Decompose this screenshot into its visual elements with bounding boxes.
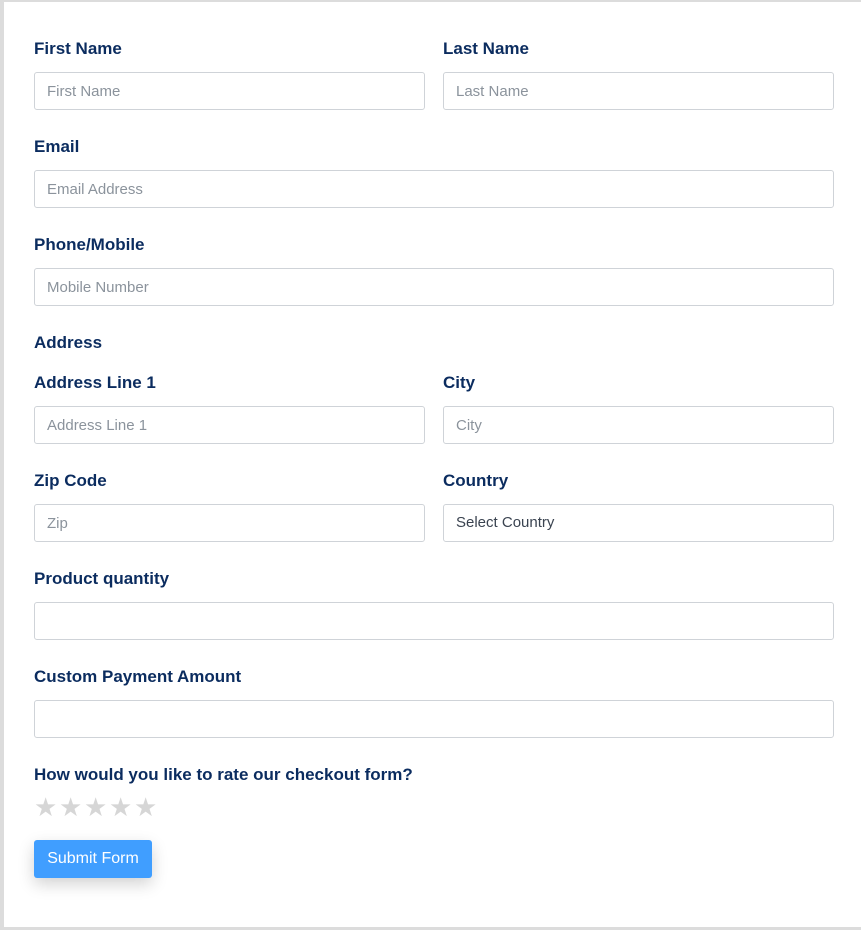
first-name-input[interactable]: [34, 72, 425, 110]
last-name-input[interactable]: [443, 72, 834, 110]
star-icon[interactable]: ★: [59, 794, 82, 820]
rating-label: How would you like to rate our checkout …: [34, 765, 413, 784]
address-line1-label: Address Line 1: [34, 373, 156, 392]
checkout-form: First Name Last Name Email Phone/Mobile …: [4, 2, 861, 927]
address-line1-input[interactable]: [34, 406, 425, 444]
zip-input[interactable]: [34, 504, 425, 542]
first-name-label: First Name: [34, 39, 122, 58]
star-icon[interactable]: ★: [84, 794, 107, 820]
email-input[interactable]: [34, 170, 834, 208]
email-label: Email: [34, 137, 80, 156]
product-quantity-label: Product quantity: [34, 569, 170, 588]
country-select[interactable]: Select Country: [443, 504, 834, 542]
country-label: Country: [443, 471, 509, 490]
phone-label: Phone/Mobile: [34, 235, 145, 254]
star-icon[interactable]: ★: [34, 794, 57, 820]
address-section-label: Address: [34, 333, 103, 352]
zip-label: Zip Code: [34, 471, 107, 490]
last-name-label: Last Name: [443, 39, 529, 58]
city-label: City: [443, 373, 476, 392]
custom-payment-label: Custom Payment Amount: [34, 667, 242, 686]
phone-input[interactable]: [34, 268, 834, 306]
submit-form-button[interactable]: Submit Form: [34, 840, 152, 878]
city-input[interactable]: [443, 406, 834, 444]
star-icon[interactable]: ★: [134, 794, 157, 820]
custom-payment-input[interactable]: [34, 700, 834, 738]
rating-stars: ★ ★ ★ ★ ★: [34, 794, 157, 820]
star-icon[interactable]: ★: [109, 794, 132, 820]
product-quantity-input[interactable]: [34, 602, 834, 640]
